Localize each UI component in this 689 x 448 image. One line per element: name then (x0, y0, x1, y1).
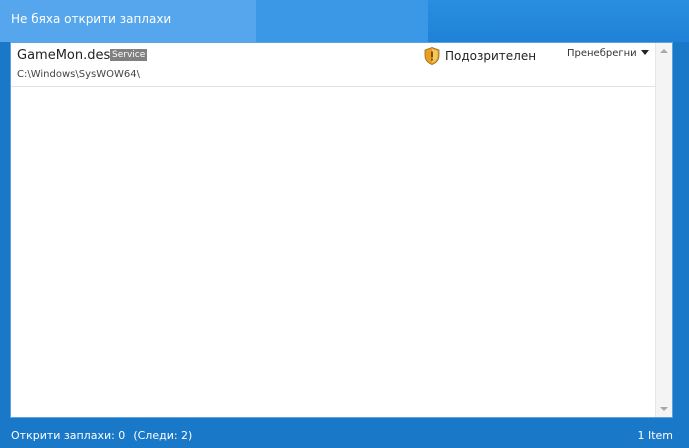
header-highlight-secondary (256, 0, 428, 42)
scroll-up-arrow-icon[interactable] (660, 49, 668, 53)
item-count: 1 Item (637, 429, 673, 442)
ignore-dropdown[interactable]: Пренебрегни (567, 48, 649, 59)
threats-found-count: Открити заплахи: 0 (11, 429, 126, 442)
header-bar: Не бяха открити заплахи (0, 0, 689, 42)
item-path: C:\Windows\SysWOW64\ (17, 69, 140, 80)
vertical-scrollbar[interactable] (655, 43, 672, 417)
list-item[interactable]: GameMon.des Service C:\Windows\SysWOW64\… (11, 43, 656, 87)
ignore-dropdown-label: Пренебрегни (567, 48, 637, 59)
item-filename: GameMon.des (17, 48, 111, 63)
chevron-down-icon (640, 50, 649, 55)
item-type-badge: Service (110, 49, 148, 61)
traces-count: (Следи: 2) (133, 429, 193, 442)
scroll-down-arrow-icon[interactable] (660, 407, 668, 411)
warning-shield-icon (424, 47, 440, 65)
footer-summary: Открити заплахи: 0 (Следи: 2) (11, 429, 192, 442)
item-status: Подозрителен (445, 49, 537, 63)
page-title: Не бяха открити заплахи (11, 12, 172, 26)
results-list: GameMon.des Service C:\Windows\SysWOW64\… (10, 42, 673, 418)
scan-results-window: Не бяха открити заплахи GameMon.des Serv… (0, 0, 689, 448)
